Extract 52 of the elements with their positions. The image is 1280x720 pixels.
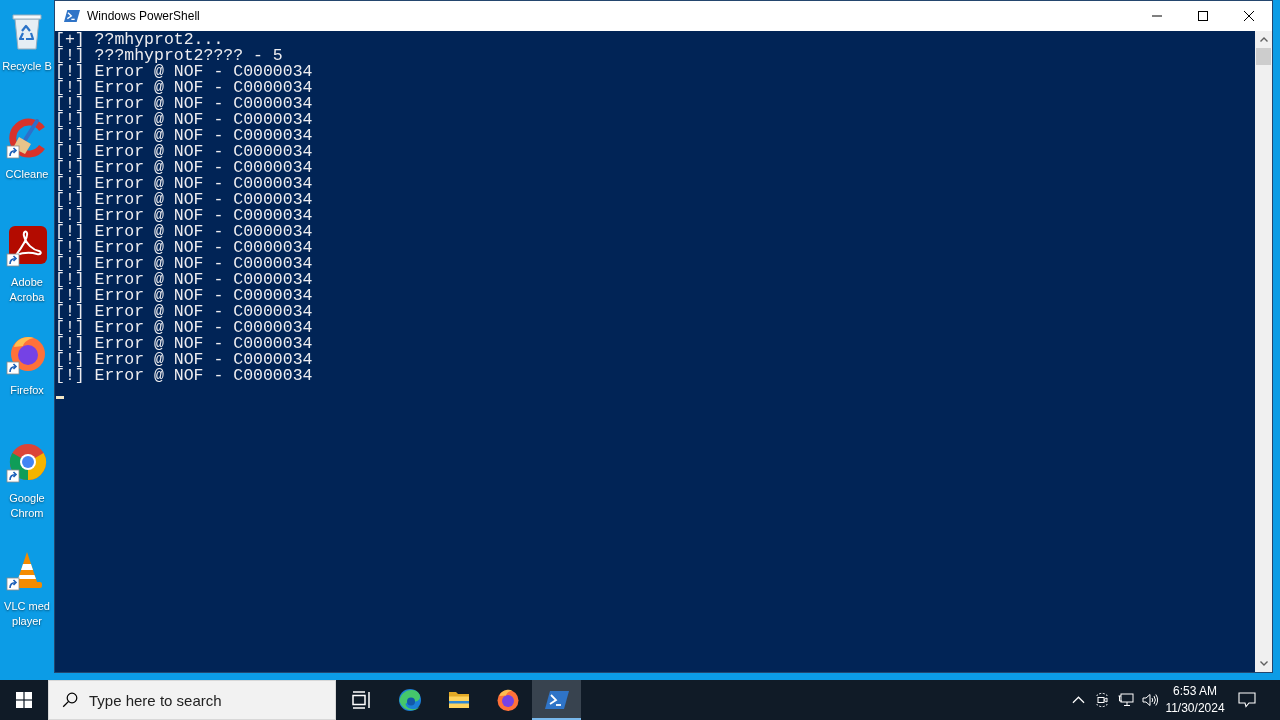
console-line: [!] Error @ NOF - C0000034	[55, 368, 314, 384]
console-line: [!] Error @ NOF - C0000034	[55, 176, 314, 192]
console-line: [!] Error @ NOF - C0000034	[55, 112, 314, 128]
console-line: [!] Error @ NOF - C0000034	[55, 272, 314, 288]
console-line: [!] Error @ NOF - C0000034	[55, 192, 314, 208]
color-wheel-icon[interactable]	[6, 441, 48, 483]
console-line: [!] Error @ NOF - C0000034	[55, 240, 314, 256]
caret-up-icon[interactable]	[1259, 37, 1268, 42]
console-line: [!] Error @ NOF - C0000034	[55, 80, 314, 96]
console-line: [!] Error @ NOF - C0000034	[55, 288, 314, 304]
swirl-tile-icon[interactable]	[6, 225, 48, 267]
window-title: Windows PowerShell	[87, 9, 200, 23]
console-line: [!] Error @ NOF - C0000034	[55, 160, 314, 176]
search-icon	[62, 692, 78, 708]
console-line: [!] Error @ NOF - C0000034	[55, 320, 314, 336]
video-camera-icon[interactable]	[1094, 692, 1110, 708]
desktop-shortcut[interactable]: Adobe Acroba	[0, 222, 54, 330]
console-line: [!] Error @ NOF - C0000034	[55, 304, 314, 320]
clock-date[interactable]: 11/30/2024	[1165, 700, 1225, 717]
console-line: [!] Error @ NOF - C0000034	[55, 224, 314, 240]
desktop-shortcut[interactable]: Recycle B	[0, 6, 54, 114]
terminal-icon[interactable]	[544, 688, 569, 712]
desktop-shortcut[interactable]: Firefox	[0, 330, 54, 438]
desktop-shortcut[interactable]: VLC med player	[0, 546, 54, 654]
caret-down-icon[interactable]	[1259, 661, 1268, 666]
speaker-icon[interactable]	[1142, 692, 1158, 708]
console-line: [!] Error @ NOF - C0000034	[55, 208, 314, 224]
terminal-icon	[64, 8, 80, 24]
console-line: [!] Error @ NOF - C0000034	[55, 256, 314, 272]
windows-logo-icon[interactable]	[16, 692, 32, 708]
network-icon[interactable]	[1118, 692, 1134, 708]
desktop-shortcut[interactable]: Google Chrom	[0, 438, 54, 546]
console-line: [!] Error @ NOF - C0000034	[55, 128, 314, 144]
console-line: [+] ??mhyprot2...	[55, 32, 224, 48]
flame-globe-icon[interactable]	[495, 688, 520, 712]
chevron-up-icon[interactable]	[1071, 696, 1085, 704]
console-line: [!] Error @ NOF - C0000034	[55, 336, 314, 352]
console-line: [!] Error @ NOF - C0000034	[55, 144, 314, 160]
console-line: [!] Error @ NOF - C0000034	[55, 96, 314, 112]
swirl-icon[interactable]	[397, 688, 422, 712]
console-line: [!] ???mhyprot2???? - 5	[55, 48, 284, 64]
maximize-icon[interactable]	[1198, 11, 1208, 21]
console-line: [!] Error @ NOF - C0000034	[55, 352, 314, 368]
scrollbar-track[interactable]	[1255, 31, 1272, 672]
close-icon[interactable]	[1244, 11, 1254, 21]
desktop-shortcut[interactable]: CCleane	[0, 114, 54, 222]
cursor-icon	[56, 396, 64, 399]
clock-time[interactable]: 6:53 AM	[1173, 683, 1217, 700]
search-field[interactable]: Type here to search	[48, 680, 336, 720]
console-line: [!] Error @ NOF - C0000034	[55, 64, 314, 80]
scrollbar-thumb[interactable]	[1256, 48, 1271, 65]
speech-bubble-icon[interactable]	[1238, 692, 1256, 708]
